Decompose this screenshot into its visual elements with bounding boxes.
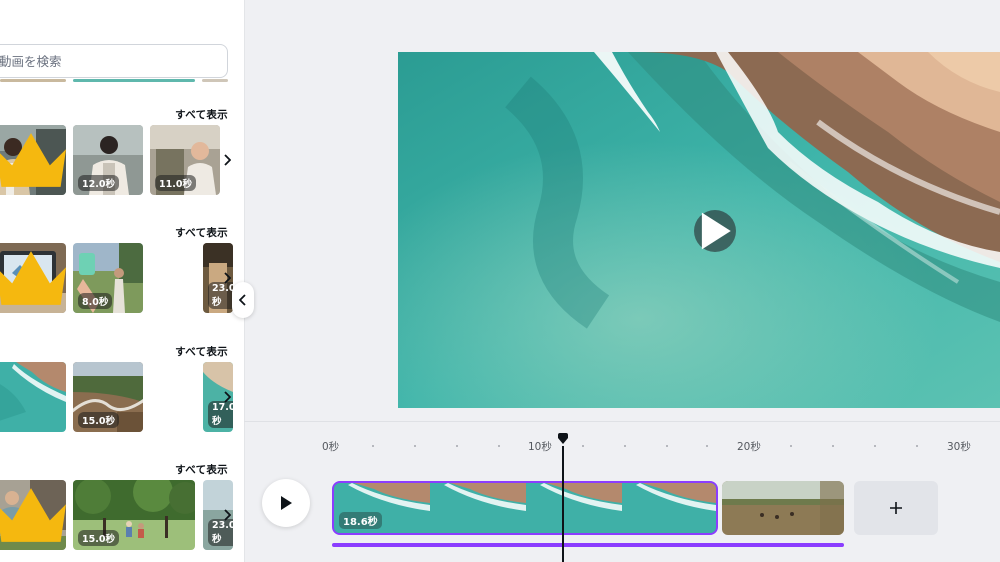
timeline-ruler: 0秒 10秒 20秒 30秒 [244,436,1000,456]
scroll-right-button[interactable] [217,386,237,408]
ruler-tick [456,445,458,447]
ruler-tick [582,445,584,447]
video-category-4: すべて表示 15.0秒 23. 秒 [0,462,244,562]
thumbnail-row: 12.0秒 11.0秒 [0,125,244,195]
thumbnail-row: 15.0秒 17.0秒 [0,362,244,432]
scroll-right-button[interactable] [217,504,237,526]
video-thumbnail[interactable]: 11.0秒 [150,125,220,195]
crown-icon [0,488,66,542]
ruler-tick [832,445,834,447]
chevron-right-icon [224,154,231,166]
plus-icon [890,502,902,514]
playhead-handle[interactable] [557,433,569,445]
video-duration: 15.0秒 [78,412,119,428]
canvas-play-button[interactable] [694,210,736,252]
see-all-link[interactable]: すべて表示 [175,225,228,240]
clip-filmstrip [722,481,844,535]
video-thumbnail[interactable]: 15.0秒 [73,362,143,432]
see-all-link[interactable]: すべて表示 [175,462,228,477]
audio-track[interactable] [332,543,844,547]
ruler-tick [372,445,374,447]
selected-video-clip[interactable]: 18.6秒 [332,481,718,535]
ruler-tick [414,445,416,447]
add-clip-button[interactable] [854,481,938,535]
video-canvas[interactable] [398,52,1000,408]
video-thumbnail[interactable] [0,480,66,550]
previous-row-hint [0,79,66,82]
ruler-tick [916,445,918,447]
chevron-right-icon [224,391,231,403]
thumbnail-row: 15.0秒 23.0秒 [0,480,244,550]
video-thumbnail[interactable] [0,362,66,432]
play-icon [701,212,731,250]
crown-icon [0,133,66,187]
thumbnail-row: 8.0秒 23.0秒 [0,243,244,313]
clip-duration: 18.6秒 [339,512,382,529]
video-duration: 11.0秒 [155,175,196,191]
video-thumbnail[interactable]: 8.0秒 [73,243,143,313]
see-all-link[interactable]: すべて表示 [175,107,228,122]
crown-icon [0,251,66,305]
ruler-tick [706,445,708,447]
timeline-divider [244,421,1000,422]
video-duration: 8.0秒 [78,293,113,309]
play-button[interactable] [262,479,310,527]
video-thumbnail[interactable]: 15.0秒 [73,480,195,550]
ruler-label: 10秒 [528,441,552,453]
ruler-tick [498,445,500,447]
playhead[interactable] [562,446,564,562]
ruler-tick [874,445,876,447]
ruler-label: 0秒 [322,441,340,453]
video-clip[interactable] [722,481,844,535]
clip-filmstrip [334,483,716,533]
video-thumbnail[interactable]: 12.0秒 [73,125,143,195]
see-all-link[interactable]: すべて表示 [175,344,228,359]
ruler-tick [666,445,668,447]
ruler-tick [790,445,792,447]
ruler-label: 20秒 [737,441,761,453]
previous-row-hint [73,79,195,82]
video-thumbnail[interactable] [0,243,66,313]
video-thumbnail[interactable] [0,125,66,195]
previous-row-hint [202,79,228,82]
video-duration: 12.0秒 [78,175,119,191]
ruler-tick [624,445,626,447]
ruler-label: 30秒 [947,441,971,453]
chevron-right-icon [224,509,231,521]
scroll-right-button[interactable] [217,149,237,171]
chevron-right-icon [224,272,231,284]
chevron-left-icon [239,294,246,306]
collapse-panel-button[interactable] [232,282,254,318]
video-category-2: すべて表示 8.0秒 23. 秒 [0,225,244,335]
search-input[interactable] [0,53,227,69]
video-duration: 15.0秒 [78,530,119,546]
video-category-3: すべて表示 15.0秒 17. 秒 [0,344,244,454]
play-icon [281,496,292,510]
side-panel: すべて表示 [0,0,245,562]
video-category-1: すべて表示 12.0秒 11.0秒 [0,107,244,217]
search-field[interactable] [0,44,228,78]
